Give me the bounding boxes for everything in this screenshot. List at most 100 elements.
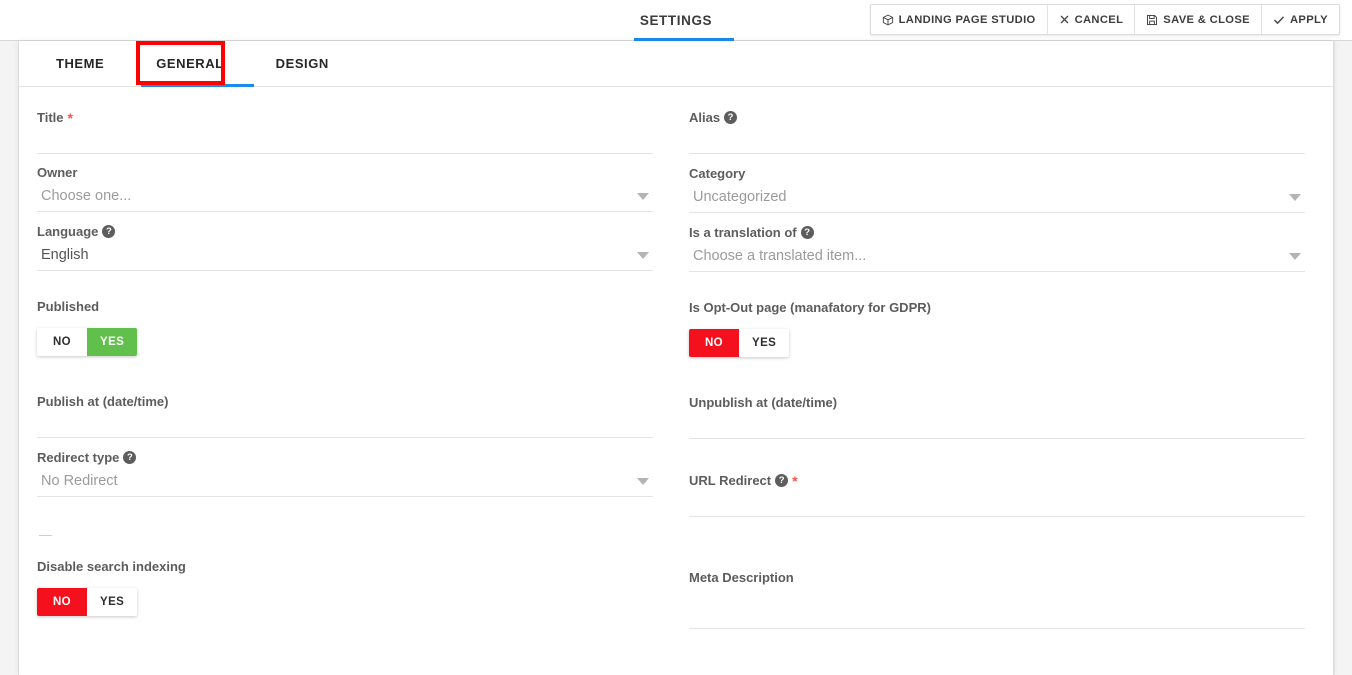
- toolbar-button-group: LANDING PAGE STUDIO CANCEL SAVE & CLOSE …: [869, 4, 1340, 35]
- redirect-type-select[interactable]: No Redirect: [37, 466, 653, 496]
- tab-theme[interactable]: THEME: [56, 56, 104, 71]
- apply-button[interactable]: APPLY: [1261, 5, 1339, 34]
- category-label: Category: [689, 166, 746, 181]
- general-settings-form: Title * Owner Choose one... Language ? E…: [19, 87, 1333, 629]
- opt-out-yes-option[interactable]: YES: [739, 329, 790, 357]
- is-translation-of-label-row: Is a translation of ?: [689, 224, 1305, 241]
- category-select[interactable]: Uncategorized: [689, 182, 1305, 212]
- disable-search-indexing-toggle: NO YES: [37, 588, 138, 616]
- published-label: Published: [37, 299, 100, 314]
- tab-general[interactable]: GENERAL: [156, 56, 223, 71]
- language-label: Language: [37, 224, 99, 239]
- settings-screen: SETTINGS LANDING PAGE STUDIO CANCEL SAVE…: [0, 0, 1352, 675]
- meta-description-label: Meta Description: [689, 570, 794, 585]
- published-yes-option[interactable]: YES: [87, 328, 138, 356]
- url-redirect-input[interactable]: [689, 489, 1305, 516]
- help-icon[interactable]: ?: [123, 451, 137, 464]
- field-opt-out: Is Opt-Out page (manafatory for GDPR) NO…: [689, 299, 1305, 357]
- url-redirect-required-marker: *: [792, 472, 798, 489]
- is-translation-of-underline: [689, 271, 1305, 272]
- publish-at-underline: [37, 437, 653, 438]
- landing-page-studio-button[interactable]: LANDING PAGE STUDIO: [870, 5, 1048, 34]
- field-url-redirect: URL Redirect ? *: [689, 472, 1305, 517]
- disable-search-indexing-label-row: Disable search indexing: [37, 558, 653, 575]
- save-and-close-button[interactable]: SAVE & CLOSE: [1135, 5, 1262, 34]
- opt-out-label: Is Opt-Out page (manafatory for GDPR): [689, 300, 931, 315]
- meta-description-label-row: Meta Description: [689, 569, 1305, 586]
- category-value: Uncategorized: [693, 189, 787, 205]
- owner-underline: [37, 211, 653, 212]
- published-toggle: NO YES: [37, 328, 138, 356]
- chevron-down-icon[interactable]: [637, 477, 649, 485]
- category-label-row: Category: [689, 165, 1305, 182]
- disable-search-indexing-no-option[interactable]: NO: [37, 588, 87, 616]
- meta-description-underline: [689, 628, 1305, 629]
- field-owner: Owner Choose one...: [37, 164, 653, 212]
- alias-input[interactable]: [689, 126, 1305, 153]
- category-underline: [689, 212, 1305, 213]
- tab-bar: THEME GENERAL DESIGN: [19, 41, 1333, 87]
- alias-label: Alias: [689, 110, 721, 125]
- help-icon[interactable]: ?: [724, 111, 738, 124]
- chevron-down-icon[interactable]: [637, 192, 649, 200]
- unpublish-at-input[interactable]: [689, 411, 1305, 438]
- field-alias: Alias ?: [689, 109, 1305, 154]
- language-label-row: Language ?: [37, 223, 653, 240]
- help-icon[interactable]: ?: [800, 226, 814, 239]
- published-no-option[interactable]: NO: [37, 328, 87, 356]
- publish-at-input[interactable]: [37, 410, 653, 437]
- panel-left-gutter: [0, 41, 18, 675]
- redirect-type-underline: [37, 496, 653, 497]
- field-title: Title *: [37, 109, 653, 154]
- field-language: Language ? English: [37, 223, 653, 271]
- publish-at-label-row: Publish at (date/time): [37, 393, 653, 410]
- alias-label-row: Alias ?: [689, 109, 1305, 126]
- help-icon[interactable]: ?: [775, 474, 789, 487]
- unpublish-at-underline: [689, 438, 1305, 439]
- is-translation-of-label: Is a translation of: [689, 225, 797, 240]
- owner-label: Owner: [37, 165, 78, 180]
- unpublish-at-label-row: Unpublish at (date/time): [689, 394, 1305, 411]
- save-icon: [1146, 14, 1158, 26]
- opt-out-label-row: Is Opt-Out page (manafatory for GDPR): [689, 299, 1305, 316]
- language-select[interactable]: English: [37, 240, 653, 270]
- active-tab-underline: [141, 84, 254, 87]
- cube-icon: [882, 14, 894, 26]
- url-redirect-underline: [689, 516, 1305, 517]
- settings-panel: THEME GENERAL DESIGN Title * Owner Choos…: [18, 41, 1334, 675]
- title-label-row: Title *: [37, 109, 653, 126]
- field-publish-at: Publish at (date/time): [37, 393, 653, 438]
- disable-search-indexing-yes-option[interactable]: YES: [87, 588, 138, 616]
- owner-value: Choose one...: [41, 188, 132, 204]
- field-category: Category Uncategorized: [689, 165, 1305, 213]
- url-redirect-label-row: URL Redirect ? *: [689, 472, 1305, 489]
- field-disable-search-indexing: Disable search indexing NO YES: [37, 558, 653, 616]
- redirect-type-value: No Redirect: [41, 473, 118, 489]
- alias-underline: [689, 153, 1305, 154]
- published-label-row: Published: [37, 298, 653, 315]
- tab-design[interactable]: DESIGN: [276, 56, 329, 71]
- is-translation-of-select[interactable]: Choose a translated item...: [689, 241, 1305, 271]
- help-icon[interactable]: ?: [102, 225, 116, 238]
- chevron-down-icon[interactable]: [1289, 193, 1301, 201]
- title-required-marker: *: [67, 109, 73, 126]
- unpublish-at-label: Unpublish at (date/time): [689, 395, 838, 410]
- chevron-down-icon[interactable]: [1289, 252, 1301, 260]
- owner-select[interactable]: Choose one...: [37, 181, 653, 211]
- opt-out-no-option[interactable]: NO: [689, 329, 739, 357]
- cancel-button[interactable]: CANCEL: [1047, 5, 1136, 34]
- form-left-column: Title * Owner Choose one... Language ? E…: [37, 109, 653, 629]
- title-input[interactable]: [37, 126, 653, 153]
- publish-at-label: Publish at (date/time): [37, 394, 169, 409]
- opt-out-toggle: NO YES: [689, 329, 790, 357]
- landing-page-studio-label: LANDING PAGE STUDIO: [898, 13, 1036, 26]
- save-and-close-label: SAVE & CLOSE: [1163, 13, 1250, 26]
- apply-label: APPLY: [1289, 13, 1328, 26]
- meta-description-textarea[interactable]: [689, 586, 1305, 628]
- field-redirect-type: Redirect type ? No Redirect: [37, 449, 653, 497]
- redirect-type-label-row: Redirect type ?: [37, 449, 653, 466]
- top-toolbar: SETTINGS LANDING PAGE STUDIO CANCEL SAVE…: [0, 0, 1352, 41]
- language-underline: [37, 270, 653, 271]
- close-icon: [1059, 14, 1070, 25]
- chevron-down-icon[interactable]: [637, 251, 649, 259]
